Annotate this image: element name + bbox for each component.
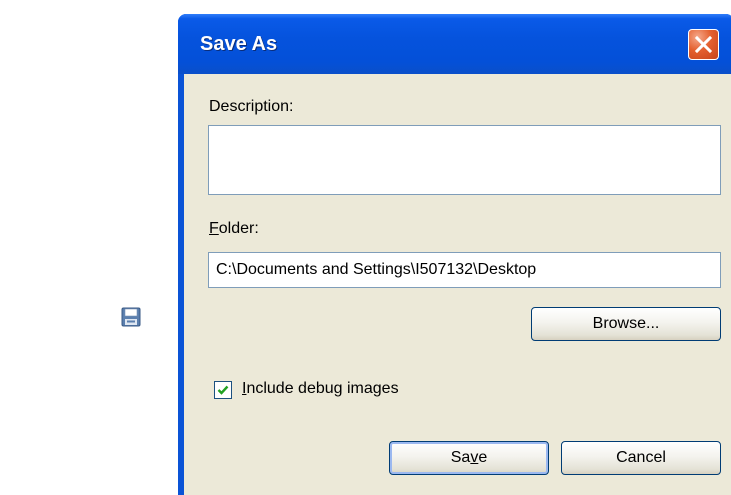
folder-label-accel: F <box>209 220 219 237</box>
checkmark-icon <box>217 385 229 395</box>
title-bar[interactable]: Save As <box>178 14 731 74</box>
save-button[interactable]: Save <box>389 441 549 475</box>
description-field[interactable] <box>208 125 721 195</box>
cancel-button[interactable]: Cancel <box>561 441 721 475</box>
save-as-dialog: Save As Description: Folder: Browse... I… <box>178 14 731 495</box>
save-label-pre: Sa <box>450 449 471 466</box>
include-debug-label-rest: nclude debug images <box>246 380 399 397</box>
include-debug-checkbox[interactable] <box>214 381 232 399</box>
folder-path-input[interactable] <box>208 252 721 288</box>
dialog-title: Save As <box>200 33 278 55</box>
description-label: Description: <box>209 98 294 115</box>
save-icon[interactable] <box>120 306 142 328</box>
close-icon <box>695 36 712 53</box>
dialog-body: Description: Folder: Browse... Include d… <box>184 74 731 495</box>
screen: Save As Description: Folder: Browse... I… <box>0 0 731 495</box>
browse-button[interactable]: Browse... <box>531 307 721 341</box>
save-label-post: e <box>478 449 488 466</box>
include-debug-label: Include debug images <box>242 380 399 398</box>
folder-label-rest: older: <box>218 220 259 237</box>
close-button[interactable] <box>688 29 719 60</box>
folder-label: Folder: <box>209 220 259 238</box>
